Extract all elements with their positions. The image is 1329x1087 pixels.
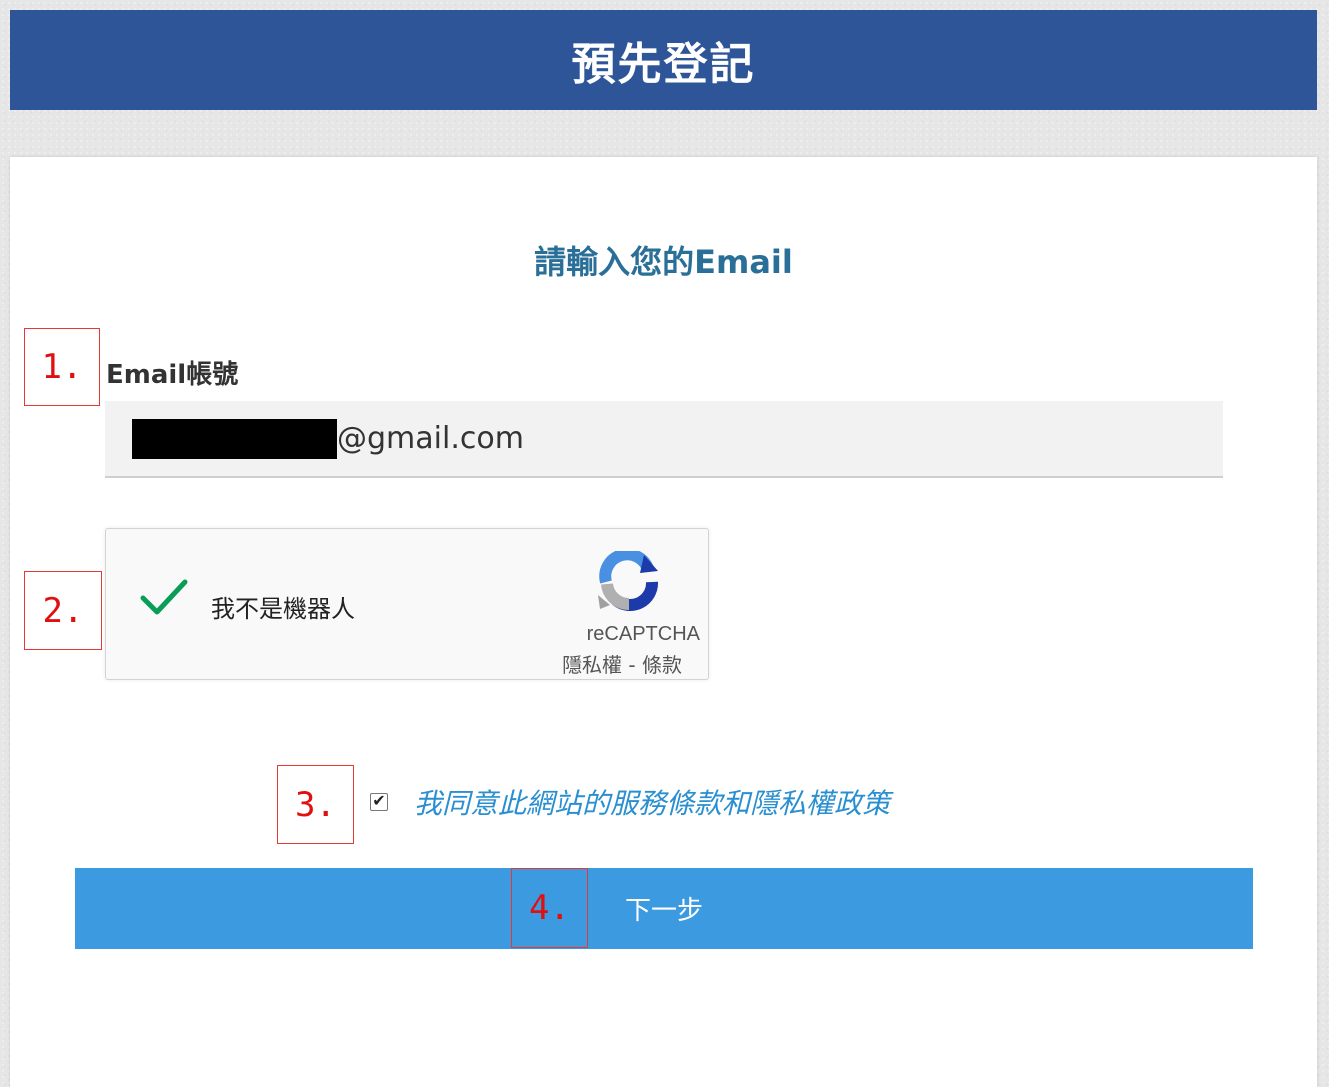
registration-card: 請輸入您的Email Email帳號 @gmail.com 我不是機器人 reC… <box>10 157 1317 1087</box>
email-label: Email帳號 <box>106 360 239 390</box>
page-title: 預先登記 <box>571 39 756 90</box>
recaptcha-logo-icon <box>596 548 662 613</box>
annotation-step-3: 3. <box>277 765 354 844</box>
recaptcha-privacy-terms-links[interactable]: 隱私權 - 條款 <box>562 649 682 678</box>
terms-agreement-link[interactable]: 我同意此網站的服務條款和隱私權政策 <box>414 782 890 822</box>
email-field[interactable]: @gmail.com <box>105 401 1223 478</box>
redaction-block <box>132 418 337 459</box>
email-value: @gmail.com <box>337 421 524 456</box>
annotation-step-2: 2. <box>24 571 102 650</box>
form-heading: 請輸入您的Email <box>534 243 793 281</box>
next-button[interactable]: 下一步 <box>75 868 1253 949</box>
annotation-step-4: 4. <box>511 868 588 948</box>
recaptcha-label: 我不是機器人 <box>211 595 355 623</box>
annotation-step-1: 1. <box>24 328 100 406</box>
page-header: 預先登記 <box>10 10 1317 110</box>
recaptcha-checkmark-icon[interactable] <box>140 579 188 615</box>
recaptcha-widget: 我不是機器人 reCAPTCHA 隱私權 - 條款 <box>105 528 709 680</box>
recaptcha-brand: reCAPTCHA <box>586 623 700 645</box>
terms-checkbox[interactable]: ✔ <box>370 793 388 811</box>
terms-agreement-row: ✔ 我同意此網站的服務條款和隱私權政策 <box>370 782 890 822</box>
